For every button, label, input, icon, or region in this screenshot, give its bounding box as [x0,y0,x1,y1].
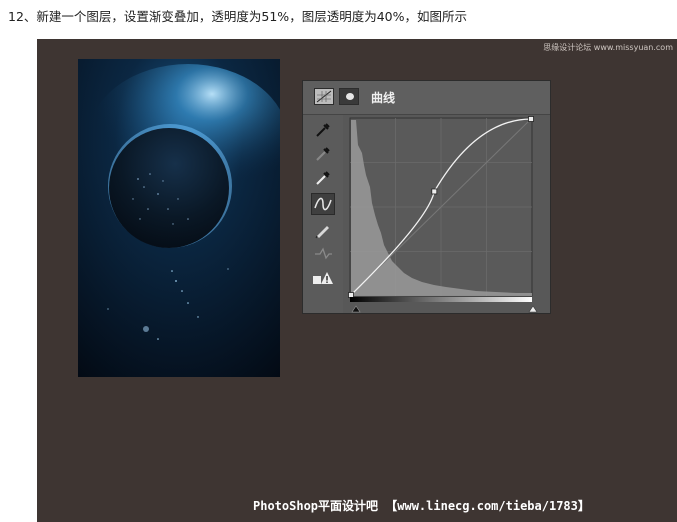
planet-artwork [78,59,280,377]
curve-control-point [431,188,438,195]
screenshot-area: 思缘设计论坛 www.missyuan.com 曲线 PhotoShop平面设计… [37,39,677,522]
white-point-slider [528,305,538,313]
layer-mask-icon[interactable] [339,88,359,105]
panel-header: 曲线 [303,81,550,115]
clipping-warning-icon[interactable] [311,267,335,289]
footer-watermark: PhotoShop平面设计吧 【www.linecg.com/tieba/178… [253,499,590,513]
small-moon [143,326,149,332]
black-point-slider [351,305,361,313]
planet-sphere [109,128,229,248]
pencil-icon[interactable] [311,219,335,241]
tool-column [303,115,343,313]
input-gradient-bar [350,297,532,302]
smooth-icon[interactable] [311,243,335,265]
curve-control-point [528,116,534,122]
curve-control-point [348,292,354,298]
top-watermark: 思缘设计论坛 www.missyuan.com [543,43,673,52]
curves-adjustment-icon[interactable] [314,88,334,105]
eyedropper-icon[interactable] [311,119,335,141]
eyedropper-white-icon[interactable] [311,167,335,189]
curves-panel: 曲线 [302,80,551,314]
panel-title: 曲线 [371,91,396,105]
curve-point-icon[interactable] [311,193,335,215]
eyedropper-gray-icon[interactable] [311,143,335,165]
curves-graph[interactable] [346,115,539,313]
planet-illustration [78,59,280,377]
caption-text: 12、新建一个图层，设置渐变叠加，透明度为51%，图层透明度为40%，如图所示 [8,9,467,24]
